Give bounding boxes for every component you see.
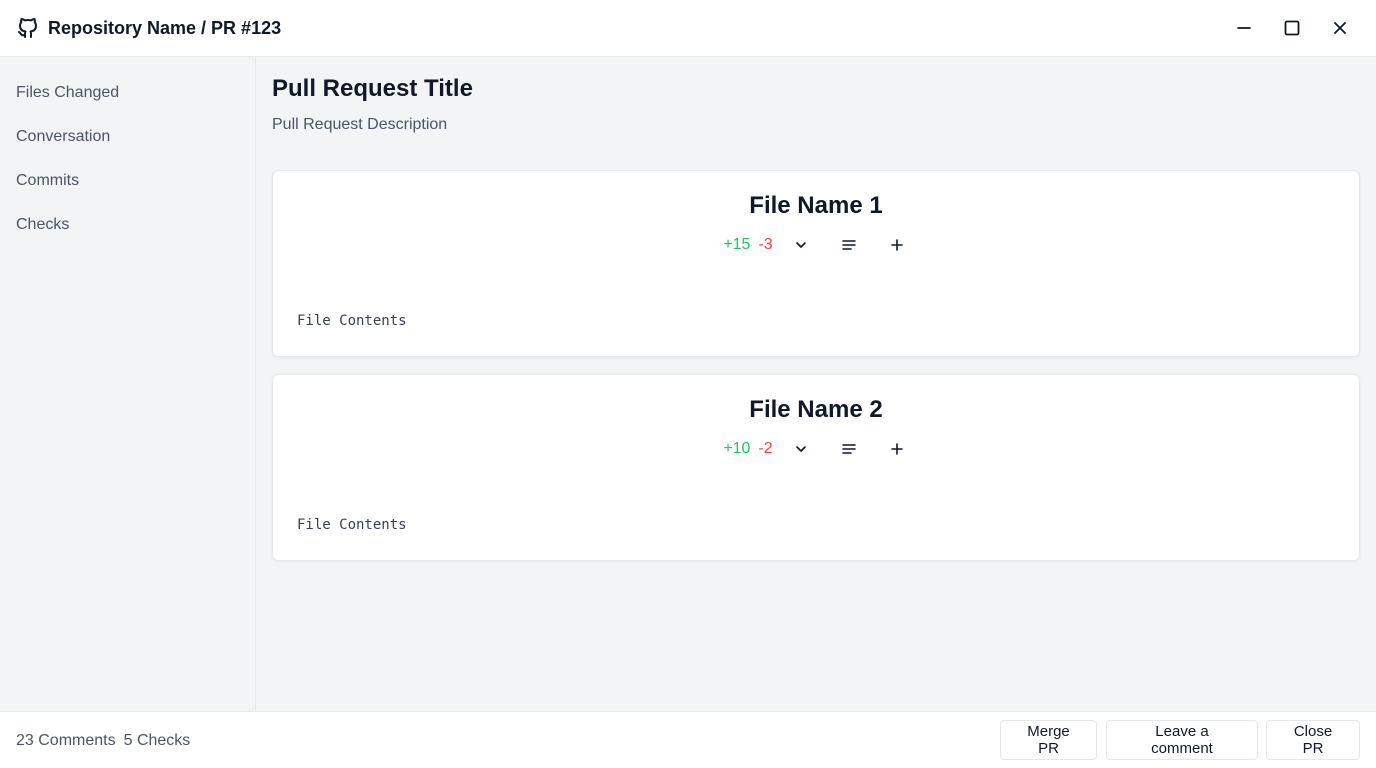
deletions-count: -3: [758, 236, 773, 253]
align-left-icon[interactable]: [837, 437, 861, 461]
sidebar-item-conversation[interactable]: Conversation: [16, 125, 110, 149]
leave-comment-button[interactable]: Leave a comment: [1106, 720, 1258, 760]
file-name: File Name 2: [749, 396, 883, 423]
chevron-down-icon[interactable]: [789, 437, 813, 461]
chevron-down-icon[interactable]: [789, 233, 813, 257]
main-content: Pull Request Title Pull Request Descript…: [256, 57, 1376, 711]
pr-description: Pull Request Description: [272, 116, 448, 133]
merge-pr-button[interactable]: Merge PR: [1000, 720, 1097, 760]
file-name: File Name 1: [749, 192, 883, 219]
footer-bar: 23 Comments 5 Checks Merge PR Leave a com…: [0, 711, 1376, 768]
comments-count: 23 Comments: [16, 732, 116, 749]
file-stats: +10 -2: [273, 437, 1359, 461]
deletions-count: -2: [758, 440, 773, 457]
plus-icon[interactable]: [885, 437, 909, 461]
file-card: File Name 2 +10 -2 File Contents: [272, 374, 1360, 561]
github-icon: [16, 16, 40, 40]
checks-count: 5 Checks: [123, 732, 191, 749]
sidebar-item-files-changed[interactable]: Files Changed: [16, 81, 119, 105]
align-left-icon[interactable]: [837, 233, 861, 257]
file-contents: File Contents: [297, 517, 407, 533]
maximize-icon[interactable]: [1280, 16, 1304, 40]
pr-stats: 23 Comments 5 Checks: [16, 729, 190, 753]
pr-title: Pull Request Title: [272, 75, 473, 102]
additions-count: +15: [723, 236, 751, 253]
close-icon[interactable]: [1328, 16, 1352, 40]
file-card: File Name 1 +15 -3 File Contents: [272, 170, 1360, 357]
title-bar: Repository Name / PR #123: [0, 0, 1376, 57]
minimize-icon[interactable]: [1232, 16, 1256, 40]
sidebar-item-commits[interactable]: Commits: [16, 169, 79, 193]
sidebar: Files Changed Conversation Commits Check…: [0, 57, 256, 711]
sidebar-item-checks[interactable]: Checks: [16, 213, 69, 237]
close-pr-button[interactable]: Close PR: [1266, 720, 1360, 760]
plus-icon[interactable]: [885, 233, 909, 257]
file-stats: +15 -3: [273, 233, 1359, 257]
additions-count: +10: [723, 440, 751, 457]
window-title: Repository Name / PR #123: [48, 18, 282, 38]
file-contents: File Contents: [297, 313, 407, 329]
